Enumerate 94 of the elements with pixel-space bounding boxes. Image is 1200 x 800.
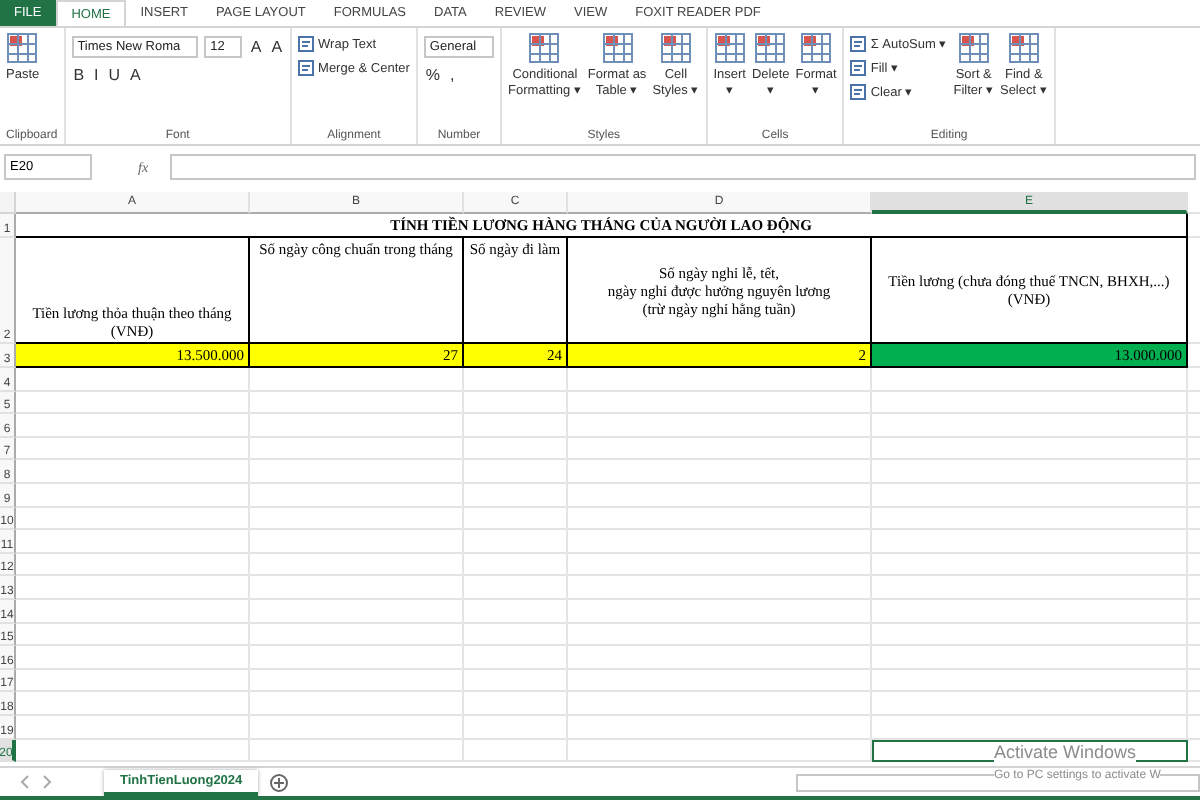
small-grid-icon: [298, 36, 315, 52]
toolbar-button[interactable]: U: [106, 66, 123, 84]
empty-cell[interactable]: [250, 553, 464, 577]
toolbar-button[interactable]: ,: [448, 66, 457, 84]
empty-cell[interactable]: [464, 414, 568, 438]
empty-cell[interactable]: [568, 507, 872, 531]
empty-cell[interactable]: [250, 623, 464, 647]
empty-cell[interactable]: [250, 530, 464, 554]
toolbar-button[interactable]: A: [128, 66, 143, 84]
empty-cell[interactable]: [250, 692, 464, 716]
toolbar-button[interactable]: I: [92, 66, 101, 84]
empty-cell[interactable]: [872, 692, 1188, 716]
empty-cell[interactable]: [250, 391, 464, 415]
empty-cell[interactable]: [464, 599, 568, 624]
grid-icon: [957, 32, 990, 64]
scroll-arrows-icon: [16, 774, 56, 791]
empty-cell[interactable]: [250, 739, 464, 763]
grid-icon: [659, 32, 692, 64]
empty-cell[interactable]: [568, 623, 872, 647]
empty-cell[interactable]: [872, 368, 1188, 392]
empty-cell[interactable]: [872, 460, 1188, 484]
formula-field[interactable]: [170, 154, 1196, 180]
empty-cell[interactable]: [872, 576, 1188, 600]
empty-cell[interactable]: [464, 483, 568, 508]
toolbar-button[interactable]: B: [71, 66, 87, 84]
empty-cell[interactable]: [568, 414, 872, 438]
empty-cell[interactable]: [250, 368, 464, 392]
empty-cell[interactable]: [568, 530, 872, 554]
empty-cell[interactable]: [250, 414, 464, 438]
empty-cell[interactable]: [250, 460, 464, 484]
empty-cell[interactable]: [568, 391, 872, 415]
empty-cell[interactable]: [568, 692, 872, 716]
empty-cell[interactable]: [464, 530, 568, 554]
grid-icon: [6, 32, 39, 64]
empty-cell[interactable]: [250, 576, 464, 600]
grid-icon: [528, 32, 561, 64]
empty-cell[interactable]: [872, 483, 1188, 508]
small-grid-icon: [850, 84, 867, 100]
toolbar-button[interactable]: %: [423, 66, 443, 84]
toolbar-button[interactable]: A: [248, 38, 264, 56]
empty-cell[interactable]: [872, 646, 1188, 670]
grid-icon: [754, 32, 787, 64]
empty-cell[interactable]: [250, 507, 464, 531]
empty-cell[interactable]: [568, 599, 872, 624]
empty-cell[interactable]: [464, 739, 568, 763]
empty-cell[interactable]: [464, 715, 568, 739]
empty-cell[interactable]: [872, 553, 1188, 577]
empty-cell[interactable]: [250, 646, 464, 670]
empty-cell[interactable]: [250, 599, 464, 624]
empty-cell[interactable]: [872, 437, 1188, 461]
empty-cell[interactable]: [464, 368, 568, 392]
empty-cell[interactable]: [464, 507, 568, 531]
empty-cell[interactable]: [872, 414, 1188, 438]
select-all-corner[interactable]: [0, 192, 16, 214]
empty-cell[interactable]: [568, 483, 872, 508]
small-grid-icon: [850, 60, 867, 76]
small-grid-icon: [298, 60, 315, 76]
activation-title: Activate Windows: [994, 742, 1137, 762]
empty-cell[interactable]: [464, 646, 568, 670]
empty-cell[interactable]: [464, 623, 568, 647]
empty-cell[interactable]: [872, 391, 1188, 415]
empty-cell[interactable]: [568, 437, 872, 461]
empty-cell[interactable]: [568, 646, 872, 670]
grid-icon: [601, 32, 634, 64]
small-grid-icon: [850, 36, 867, 52]
empty-cell[interactable]: [464, 437, 568, 461]
empty-cell[interactable]: [250, 437, 464, 461]
empty-cell[interactable]: [872, 530, 1188, 554]
empty-cell[interactable]: [464, 391, 568, 415]
empty-cell[interactable]: [568, 669, 872, 693]
grid-icon: [713, 32, 746, 64]
empty-cell[interactable]: [568, 553, 872, 577]
empty-cell[interactable]: [872, 715, 1188, 739]
empty-cell[interactable]: [464, 460, 568, 484]
empty-cell[interactable]: [464, 553, 568, 577]
grid-icon: [1007, 32, 1040, 64]
empty-cell[interactable]: [464, 692, 568, 716]
empty-cell[interactable]: [872, 599, 1188, 624]
empty-cell[interactable]: [250, 715, 464, 739]
empty-cell[interactable]: [872, 623, 1188, 647]
empty-cell[interactable]: [568, 576, 872, 600]
add-sheet-icon: [270, 773, 289, 792]
empty-cell[interactable]: [568, 368, 872, 392]
empty-cell[interactable]: [568, 715, 872, 739]
empty-cell[interactable]: [464, 669, 568, 693]
empty-cell[interactable]: [250, 483, 464, 508]
empty-cell[interactable]: [568, 739, 872, 763]
empty-cell[interactable]: [568, 460, 872, 484]
empty-cell[interactable]: [872, 669, 1188, 693]
empty-cell[interactable]: [872, 507, 1188, 531]
toolbar-button[interactable]: A: [269, 38, 285, 56]
empty-cell[interactable]: [464, 576, 568, 600]
grid-icon: [800, 32, 833, 64]
empty-cell[interactable]: [250, 669, 464, 693]
